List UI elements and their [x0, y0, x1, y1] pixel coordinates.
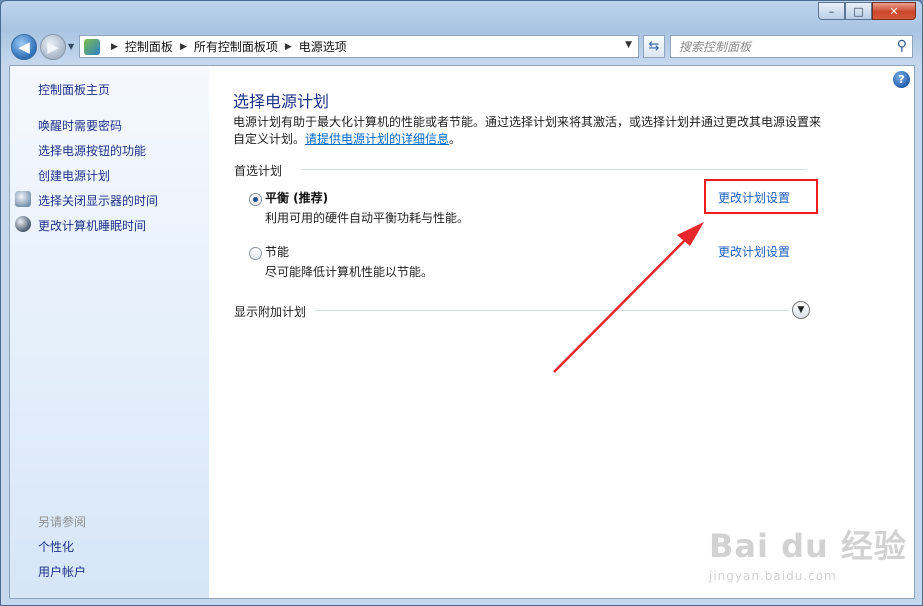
sidebar-link-wake-password[interactable]: 唤醒时需要密码 — [38, 117, 122, 134]
sidebar-home-link[interactable]: 控制面板主页 — [38, 81, 110, 98]
moon-icon — [15, 216, 31, 232]
preferred-plans-label: 首选计划 — [234, 164, 283, 178]
monitor-icon — [15, 191, 31, 207]
search-placeholder: 搜索控制面板 — [679, 40, 752, 54]
chevron-right-icon[interactable]: ▶ — [285, 42, 292, 52]
page-title: 选择电源计划 — [233, 92, 330, 111]
power-saver-radio[interactable] — [249, 247, 262, 260]
back-button[interactable]: ◀ — [11, 34, 37, 60]
refresh-button[interactable]: ⇆ — [643, 35, 665, 58]
address-dropdown-icon[interactable]: ▼ — [625, 40, 632, 50]
search-input[interactable]: 搜索控制面板 ⚲ — [670, 35, 913, 58]
highlight-box — [704, 179, 818, 214]
sidebar-link-personalization[interactable]: 个性化 — [38, 538, 74, 555]
search-icon[interactable]: ⚲ — [897, 38, 907, 54]
sidebar: 控制面板主页 唤醒时需要密码 选择电源按钮的功能 创建电源计划 选择关闭显示器的… — [10, 66, 209, 598]
balanced-plan-name[interactable]: 平衡 (推荐) — [265, 189, 328, 206]
recent-pages-dropdown-icon[interactable]: ▼ — [68, 42, 74, 51]
see-also-heading: 另请参阅 — [38, 515, 87, 529]
refresh-icon: ⇆ — [648, 39, 660, 54]
power-saver-change-settings-link[interactable]: 更改计划设置 — [718, 243, 790, 260]
preferred-plans-divider — [301, 169, 807, 170]
breadcrumb-power-options[interactable]: 电源选项 — [299, 38, 347, 55]
watermark-logo: Bai du 经验 — [709, 527, 907, 565]
power-saver-plan-description: 尽可能降低计算机性能以节能。 — [265, 265, 434, 279]
breadcrumb-control-panel[interactable]: 控制面板 — [125, 38, 173, 55]
balanced-plan-description: 利用可用的硬件自动平衡功耗与性能。 — [265, 211, 470, 225]
maximize-button[interactable]: □ — [845, 2, 872, 20]
sidebar-link-sleep-time[interactable]: 更改计算机睡眠时间 — [38, 217, 146, 234]
page-description: 电源计划有助于最大化计算机的性能或者节能。通过选择计划来将其激活，或选择计划并通… — [233, 114, 823, 148]
additional-plans-divider — [315, 310, 789, 311]
arrow-shaft — [553, 237, 688, 373]
sidebar-link-display-off[interactable]: 选择关闭显示器的时间 — [38, 192, 158, 209]
sidebar-link-create-plan[interactable]: 创建电源计划 — [38, 167, 110, 184]
chevron-right-icon[interactable]: ▶ — [111, 42, 118, 52]
plan-details-link[interactable]: 请提供电源计划的详细信息 — [305, 132, 449, 146]
control-panel-icon — [84, 38, 100, 55]
caption-buttons: – □ ✕ — [818, 2, 916, 20]
arrow-head — [677, 222, 704, 246]
content-area: 控制面板主页 唤醒时需要密码 选择电源按钮的功能 创建电源计划 选择关闭显示器的… — [9, 65, 915, 599]
sidebar-link-power-buttons[interactable]: 选择电源按钮的功能 — [38, 142, 146, 159]
watermark-url: jingyan.baidu.com — [709, 569, 837, 583]
chevron-down-icon[interactable]: ▼ — [792, 301, 810, 319]
sidebar-link-user-accounts[interactable]: 用户帐户 — [38, 563, 86, 580]
address-bar[interactable]: ▶ 控制面板 ▶ 所有控制面板项 ▶ 电源选项 ▼ — [79, 35, 639, 58]
power-saver-plan-name[interactable]: 节能 — [265, 243, 289, 260]
control-panel-window: – □ ✕ ◀ ▶ ▼ ▶ 控制面板 ▶ 所有控制面板项 ▶ 电源选项 ▼ ⇆ … — [0, 0, 923, 606]
close-button[interactable]: ✕ — [872, 2, 916, 20]
navigation-bar: ◀ ▶ ▼ ▶ 控制面板 ▶ 所有控制面板项 ▶ 电源选项 ▼ ⇆ 搜索控制面板… — [9, 33, 914, 61]
main-panel: ? 选择电源计划 电源计划有助于最大化计算机的性能或者节能。通过选择计划来将其激… — [209, 66, 914, 598]
additional-plans-label[interactable]: 显示附加计划 — [234, 303, 306, 320]
chevron-right-icon[interactable]: ▶ — [180, 42, 187, 52]
description-period: 。 — [449, 132, 462, 146]
forward-button[interactable]: ▶ — [40, 34, 66, 60]
watermark: Bai du 经验 jingyan.baidu.com — [709, 521, 907, 583]
balanced-plan-radio[interactable] — [249, 193, 262, 206]
minimize-button[interactable]: – — [818, 2, 845, 20]
help-icon[interactable]: ? — [893, 71, 910, 88]
breadcrumb-all-items[interactable]: 所有控制面板项 — [194, 38, 278, 55]
